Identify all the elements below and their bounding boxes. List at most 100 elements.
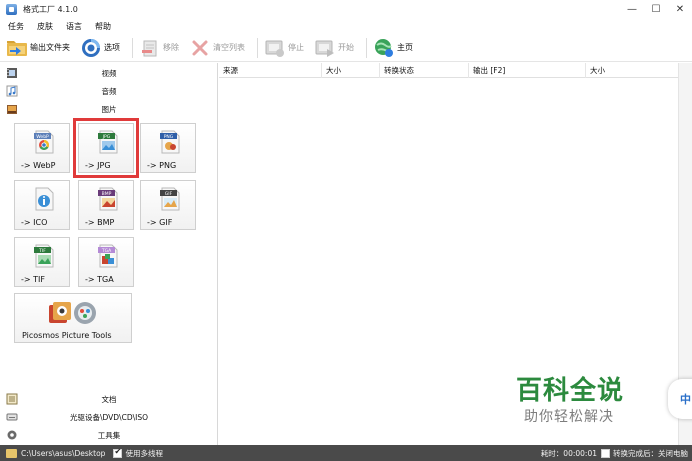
home-label: 主页 <box>397 43 413 52</box>
start-button[interactable]: 开始 <box>314 36 358 60</box>
document-icon <box>6 393 18 405</box>
after-done-label: 转换完成后：关闭电脑 <box>613 448 688 458</box>
app-icon <box>6 4 17 15</box>
multithread-label: 使用多线程 <box>125 448 163 458</box>
watermark-side-badge: 中 <box>668 379 692 419</box>
status-bar: C:\Users\asus\Desktop 使用多线程 耗时：00:00:01 … <box>0 445 692 461</box>
status-right: 耗时：00:00:01 转换完成后：关闭电脑 <box>541 445 692 461</box>
options-icon <box>80 37 102 59</box>
clear-list-label: 清空列表 <box>213 43 245 52</box>
close-button[interactable]: ✕ <box>668 0 692 19</box>
ico-file-icon <box>35 187 54 211</box>
tile-gif[interactable]: GIF -> GIF <box>140 180 196 230</box>
tools-gear-icon <box>7 430 17 440</box>
tile-jpg-label: -> JPG <box>85 161 111 170</box>
home-button[interactable]: 主页 <box>373 36 417 60</box>
bmp-file-icon: BMP <box>98 187 118 211</box>
category-audio[interactable]: 音频 <box>0 82 218 100</box>
category-document-label: 文档 <box>101 394 117 404</box>
tif-badge: TIF <box>38 248 46 254</box>
toolbar-separator <box>257 37 258 58</box>
remove-icon <box>139 37 161 59</box>
tile-ico-label: -> ICO <box>21 218 48 227</box>
category-picture-label: 图片 <box>101 104 117 114</box>
menu-help[interactable]: 帮助 <box>95 21 111 32</box>
column-source[interactable]: 来源 <box>219 63 322 78</box>
webp-badge: WebP <box>36 134 49 140</box>
category-document[interactable]: 文档 <box>0 390 218 408</box>
tile-webp[interactable]: WebP -> WebP <box>14 123 70 173</box>
clear-x-icon <box>189 37 211 59</box>
category-video-label: 视频 <box>101 68 117 78</box>
column-status[interactable]: 转换状态 <box>380 63 469 78</box>
column-size[interactable]: 大小 <box>322 63 380 78</box>
left-panel: 视频 音频 图片 WebP -> WebP JPG -> JPG PNG -> … <box>0 63 218 445</box>
elapsed-time: 耗时：00:00:01 <box>540 448 597 458</box>
tile-png-label: -> PNG <box>147 161 177 170</box>
tga-badge: TGA <box>101 248 112 254</box>
clear-list-button[interactable]: 清空列表 <box>189 36 249 60</box>
stop-label: 停止 <box>288 43 304 52</box>
watermark-title: 百科全说 <box>516 376 625 406</box>
toolbar: 输出文件夹 选项 移除 清空列表 停止 开始 主页 <box>0 34 692 62</box>
tile-picosmos-label: Picosmos Picture Tools <box>22 331 112 340</box>
category-disc[interactable]: 光驱设备\DVD\CD\ISO <box>0 408 218 426</box>
minimize-button[interactable]: — <box>620 0 644 19</box>
after-done-checkbox[interactable] <box>601 448 610 458</box>
remove-button[interactable]: 移除 <box>139 36 183 60</box>
toolbar-separator <box>132 37 133 58</box>
tile-ico[interactable]: -> ICO <box>14 180 70 230</box>
toolbar-separator <box>366 37 367 58</box>
music-note-icon <box>6 85 18 97</box>
tile-webp-label: -> WebP <box>21 161 56 170</box>
output-folder-label: 输出文件夹 <box>30 43 70 52</box>
category-tools-label: 工具集 <box>97 430 121 440</box>
start-icon <box>314 37 336 59</box>
tile-tga-label: -> TGA <box>85 275 114 284</box>
menu-bar: 任务 皮肤 语言 帮助 <box>0 19 692 33</box>
column-output[interactable]: 输出 [F2] <box>469 63 586 78</box>
disc-drive-icon <box>6 413 18 421</box>
tile-tif[interactable]: TIF -> TIF <box>14 237 70 287</box>
category-tools[interactable]: 工具集 <box>0 426 218 444</box>
stop-icon <box>264 37 286 59</box>
tile-bmp[interactable]: BMP -> BMP <box>78 180 134 230</box>
category-picture[interactable]: 图片 <box>0 100 218 118</box>
tif-file-icon: TIF <box>34 244 54 268</box>
options-button[interactable]: 选项 <box>80 36 124 60</box>
tile-tga[interactable]: TGA -> TGA <box>78 237 134 287</box>
category-audio-label: 音频 <box>101 86 117 96</box>
menu-skin[interactable]: 皮肤 <box>37 21 53 32</box>
category-video[interactable]: 视频 <box>0 64 218 82</box>
remove-label: 移除 <box>163 43 179 52</box>
menu-task[interactable]: 任务 <box>8 21 24 32</box>
category-disc-label: 光驱设备\DVD\CD\ISO <box>69 412 149 422</box>
bmp-badge: BMP <box>102 191 112 197</box>
tga-file-icon: TGA <box>98 244 118 268</box>
tile-gif-label: -> GIF <box>147 218 173 227</box>
tile-png[interactable]: PNG -> PNG <box>140 123 196 173</box>
jpg-badge: JPG <box>102 134 111 140</box>
tile-picosmos[interactable]: Picosmos Picture Tools <box>14 293 132 343</box>
gif-file-icon: GIF <box>160 187 180 211</box>
output-folder-icon[interactable] <box>6 448 17 458</box>
start-label: 开始 <box>338 43 354 52</box>
maximize-button[interactable]: ☐ <box>644 0 668 19</box>
multithread-checkbox[interactable] <box>113 447 123 458</box>
tile-tif-label: -> TIF <box>21 275 45 284</box>
options-label: 选项 <box>104 43 120 52</box>
picosmos-icon <box>49 302 96 324</box>
output-folder-button[interactable]: 输出文件夹 <box>6 36 74 60</box>
column-output-size[interactable]: 大小 <box>586 63 678 78</box>
webp-file-icon: WebP <box>34 130 54 154</box>
png-file-icon: PNG <box>160 130 180 154</box>
menu-language[interactable]: 语言 <box>66 21 82 32</box>
film-icon <box>7 68 17 78</box>
gif-badge: GIF <box>165 191 173 197</box>
tile-jpg[interactable]: JPG -> JPG <box>73 118 139 178</box>
window-title: 格式工厂 4.1.0 <box>23 5 78 14</box>
home-globe-icon <box>373 37 395 59</box>
watermark-subtitle: 助你轻松解决 <box>524 409 614 425</box>
stop-button[interactable]: 停止 <box>264 36 308 60</box>
tile-bmp-label: -> BMP <box>85 218 115 227</box>
